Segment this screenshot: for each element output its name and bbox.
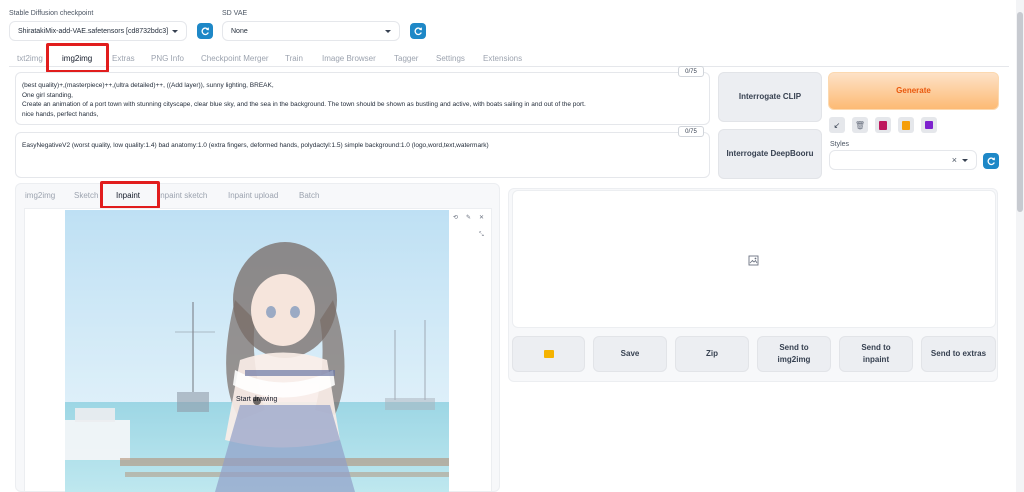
trash-icon: 🗑 <box>854 120 866 130</box>
highlight-inpaint-tab <box>100 181 160 209</box>
save-button[interactable]: Save <box>593 336 667 372</box>
chevron-down-icon <box>172 29 178 33</box>
subtab-sketch[interactable]: Sketch <box>74 191 98 200</box>
negative-token-counter: 0/75 <box>678 126 704 137</box>
tab-divider <box>9 66 1009 67</box>
refresh-icon <box>414 27 422 36</box>
prompt-line: nice hands, perfect hands, <box>22 110 99 118</box>
tab-train[interactable]: Train <box>285 54 303 63</box>
zip-button[interactable]: Zip <box>675 336 749 372</box>
apply-style-button[interactable] <box>898 117 914 133</box>
prompt-textarea[interactable]: (best quality)+,(masterpiece)++,(ultra d… <box>15 72 710 125</box>
tab-extras[interactable]: Extras <box>112 54 135 63</box>
negative-prompt-textarea[interactable]: EasyNegativeV2 (worst quality, low quali… <box>15 132 710 178</box>
clear-styles-icon[interactable]: × <box>952 155 957 165</box>
send-to-extras-button[interactable]: Send to extras <box>921 336 996 372</box>
tab-tagger[interactable]: Tagger <box>394 54 418 63</box>
send-to-img2img-button[interactable]: Send to img2img <box>757 336 831 372</box>
folder-icon <box>543 350 554 358</box>
prompt-line: (best quality)+,(masterpiece)++,(ultra d… <box>22 82 274 89</box>
brush-size-icon[interactable]: ⤡ <box>479 232 484 239</box>
inpaint-image[interactable] <box>65 210 449 492</box>
negative-prompt-text: EasyNegativeV2 (worst quality, low quali… <box>22 142 489 149</box>
vae-select[interactable]: None <box>222 21 400 41</box>
checkpoint-label: Stable Diffusion checkpoint <box>9 10 94 17</box>
clipboard-icon <box>902 120 910 130</box>
interrogate-clip-button[interactable]: Interrogate CLIP <box>718 72 822 122</box>
vae-value: None <box>231 27 248 35</box>
refresh-checkpoint-button[interactable] <box>197 23 213 39</box>
save-style-button[interactable] <box>921 117 937 133</box>
scrollbar-thumb[interactable] <box>1017 12 1023 212</box>
refresh-icon <box>201 27 209 36</box>
refresh-icon <box>987 157 995 166</box>
close-icon[interactable]: ✕ <box>479 214 484 221</box>
refresh-vae-button[interactable] <box>410 23 426 39</box>
vae-label: SD VAE <box>222 10 248 17</box>
tab-png-info[interactable]: PNG Info <box>151 54 184 63</box>
chevron-down-icon <box>962 158 968 162</box>
brush-cursor <box>253 397 261 405</box>
styles-label: Styles <box>830 141 850 148</box>
paste-params-button[interactable]: ↙ <box>829 117 845 133</box>
highlight-img2img-tab <box>46 43 109 73</box>
clear-prompt-button[interactable]: 🗑 <box>852 117 868 133</box>
edit-icon[interactable]: ✎ <box>466 214 471 221</box>
image-placeholder-icon <box>748 253 759 271</box>
checkpoint-value: ShiratakiMix-add-VAE.safetensors [cd8732… <box>18 27 169 35</box>
prompt-line: Create an animation of a port town with … <box>22 101 586 109</box>
styles-select[interactable]: × <box>829 150 977 170</box>
floppy-icon <box>925 121 933 129</box>
card-icon <box>879 120 887 130</box>
tab-settings[interactable]: Settings <box>436 54 465 63</box>
open-folder-button[interactable] <box>512 336 585 372</box>
tab-image-browser[interactable]: Image Browser <box>322 54 376 63</box>
subtab-inpaint-sketch[interactable]: Inpaint sketch <box>158 191 207 200</box>
refresh-styles-button[interactable] <box>983 153 999 169</box>
tab-txt2img[interactable]: txt2img <box>17 54 43 63</box>
chevron-down-icon <box>385 29 391 33</box>
scrollbar-track[interactable] <box>1016 0 1024 492</box>
subtab-batch[interactable]: Batch <box>299 191 319 200</box>
interrogate-deepbooru-button[interactable]: Interrogate DeepBooru <box>718 129 822 179</box>
extra-networks-button[interactable] <box>875 117 891 133</box>
tab-extensions[interactable]: Extensions <box>483 54 522 63</box>
subtab-img2img[interactable]: img2img <box>25 191 55 200</box>
prompt-line: One girl standing, <box>22 91 73 99</box>
tab-checkpoint-merger[interactable]: Checkpoint Merger <box>201 54 269 63</box>
generate-button[interactable]: Generate <box>828 72 999 110</box>
checkpoint-select[interactable]: ShiratakiMix-add-VAE.safetensors [cd8732… <box>9 21 187 41</box>
send-to-inpaint-button[interactable]: Send to inpaint <box>839 336 913 372</box>
prompt-token-counter: 0/75 <box>678 66 704 77</box>
subtab-inpaint-upload[interactable]: Inpaint upload <box>228 191 278 200</box>
arrow-icon: ↙ <box>833 120 841 130</box>
undo-icon[interactable]: ⟲ <box>453 214 458 221</box>
